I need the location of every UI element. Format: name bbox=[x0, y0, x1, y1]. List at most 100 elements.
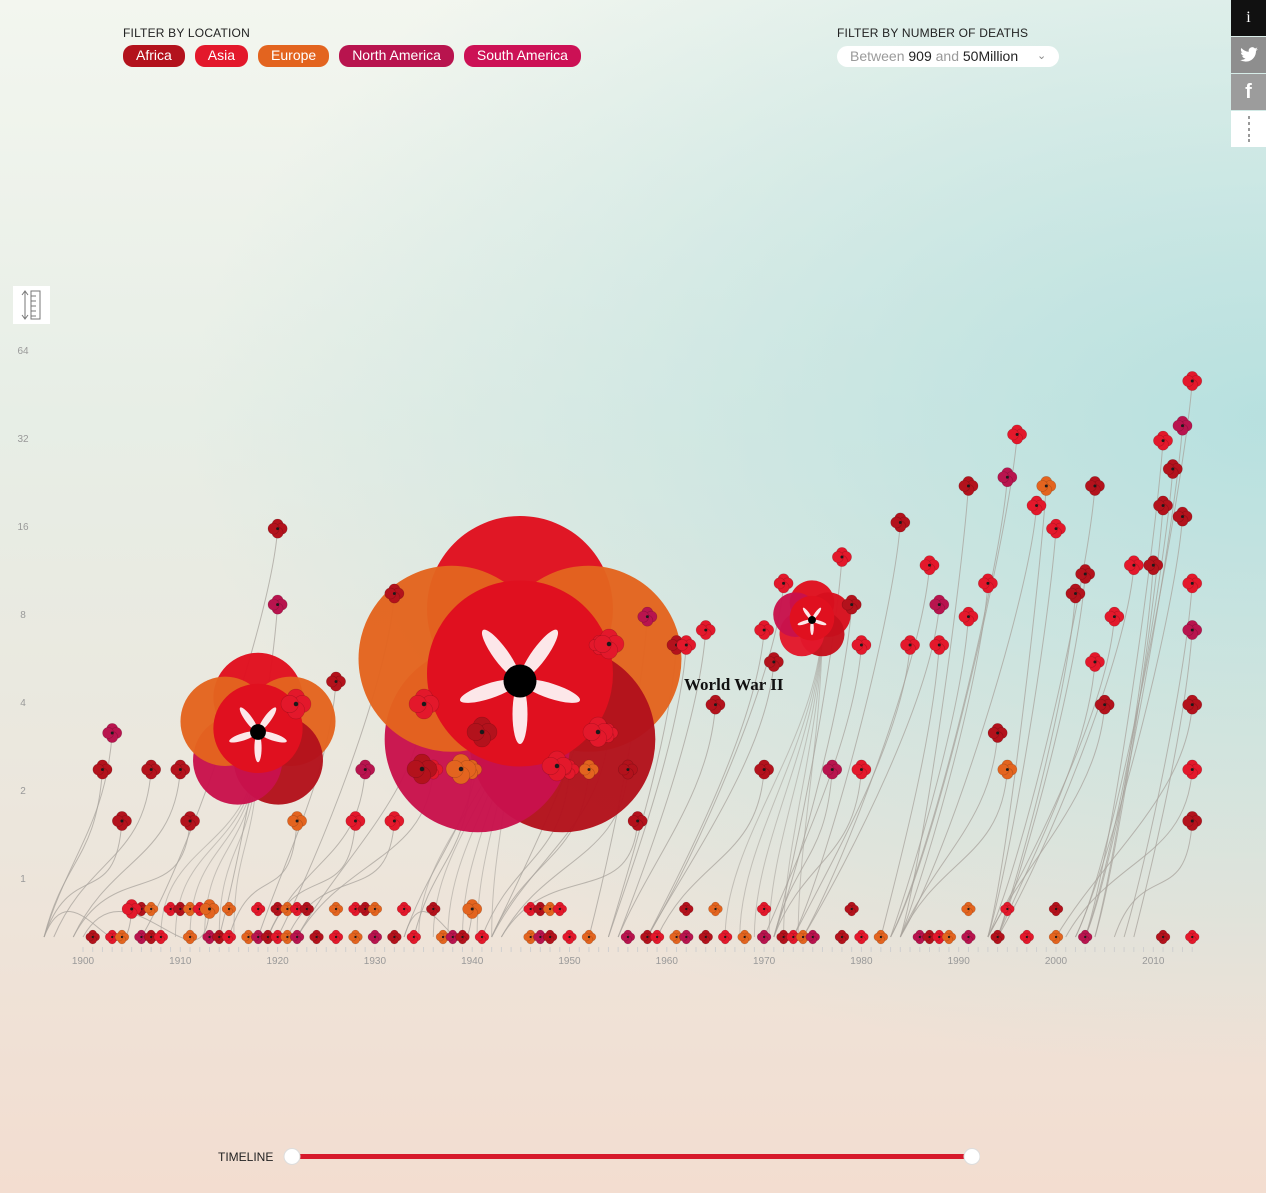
filter-europe[interactable]: Europe bbox=[258, 45, 330, 67]
conflict-poppy[interactable] bbox=[987, 723, 1008, 743]
baseline-poppy[interactable] bbox=[1184, 929, 1200, 945]
filter-north-america[interactable]: North America bbox=[339, 45, 454, 67]
low-poppy[interactable] bbox=[1048, 901, 1064, 917]
conflict-poppy[interactable] bbox=[754, 620, 775, 640]
baseline-poppy[interactable] bbox=[1077, 929, 1093, 945]
filter-asia[interactable]: Asia bbox=[194, 45, 249, 67]
conflict-poppy[interactable] bbox=[705, 694, 726, 715]
twitter-button[interactable] bbox=[1231, 37, 1266, 73]
baseline-poppy[interactable] bbox=[698, 929, 713, 945]
conflict-poppy[interactable] bbox=[1075, 564, 1096, 584]
baseline-poppy[interactable] bbox=[1048, 929, 1064, 945]
baseline-poppy[interactable] bbox=[114, 929, 130, 945]
conflict-poppy[interactable] bbox=[1084, 476, 1105, 496]
conflict-poppy[interactable] bbox=[267, 518, 288, 539]
conflict-poppy[interactable] bbox=[997, 759, 1018, 780]
low-poppy[interactable] bbox=[756, 901, 772, 917]
conflict-poppy[interactable] bbox=[958, 606, 979, 627]
deaths-range-select[interactable]: Between 909 and 50Million ⌄ bbox=[837, 46, 1059, 67]
low-poppy[interactable] bbox=[552, 901, 568, 917]
conflict-poppy[interactable] bbox=[851, 635, 872, 655]
scale-toggle-button[interactable] bbox=[13, 286, 50, 324]
baseline-poppy[interactable] bbox=[387, 929, 402, 945]
baseline-poppy[interactable] bbox=[289, 929, 305, 945]
conflict-poppy[interactable] bbox=[695, 620, 716, 640]
baseline-poppy[interactable] bbox=[834, 929, 850, 945]
baseline-poppy[interactable] bbox=[873, 929, 889, 945]
conflict-poppy[interactable] bbox=[1182, 694, 1203, 715]
low-poppy[interactable] bbox=[961, 901, 976, 917]
conflict-poppy[interactable] bbox=[1182, 811, 1203, 831]
baseline-poppy[interactable] bbox=[328, 929, 344, 945]
conflict-poppy[interactable] bbox=[1007, 424, 1028, 445]
baseline-poppy[interactable] bbox=[367, 929, 383, 945]
timeline-slider[interactable] bbox=[280, 1144, 980, 1170]
conflict-poppy[interactable] bbox=[1046, 518, 1066, 539]
filter-south-america[interactable]: South America bbox=[463, 45, 581, 67]
conflict-poppy[interactable] bbox=[763, 652, 784, 672]
conflict-poppy[interactable] bbox=[958, 476, 979, 496]
conflict-poppy[interactable] bbox=[1123, 555, 1144, 576]
conflict-poppy[interactable] bbox=[1026, 495, 1047, 516]
baseline-poppy[interactable] bbox=[805, 929, 821, 945]
low-poppy[interactable] bbox=[679, 901, 694, 917]
conflict-poppy[interactable] bbox=[1172, 415, 1193, 436]
baseline-poppy[interactable] bbox=[679, 929, 694, 945]
conflict-poppy[interactable] bbox=[287, 811, 307, 831]
conflict-poppy[interactable] bbox=[1036, 476, 1057, 496]
baseline-poppy[interactable] bbox=[542, 929, 558, 945]
conflict-poppy[interactable] bbox=[1104, 606, 1125, 627]
timeline-end-handle[interactable] bbox=[963, 1148, 980, 1165]
conflict-poppy[interactable] bbox=[267, 594, 288, 615]
conflict-poppy[interactable] bbox=[1094, 694, 1115, 715]
conflict-poppy[interactable] bbox=[1162, 459, 1183, 479]
low-poppy[interactable] bbox=[221, 901, 237, 917]
baseline-poppy[interactable] bbox=[941, 929, 957, 945]
conflict-poppy[interactable] bbox=[102, 723, 123, 743]
timeline-start-handle[interactable] bbox=[283, 1148, 301, 1165]
low-poppy[interactable] bbox=[328, 901, 344, 917]
baseline-poppy[interactable] bbox=[649, 929, 665, 945]
baseline-poppy[interactable] bbox=[1019, 929, 1035, 945]
baseline-poppy[interactable] bbox=[455, 929, 470, 945]
conflict-world-war-i[interactable] bbox=[180, 652, 336, 805]
baseline-poppy[interactable] bbox=[854, 929, 869, 945]
conflict-poppy[interactable] bbox=[1182, 759, 1203, 780]
conflict-poppy[interactable] bbox=[773, 573, 794, 594]
low-poppy[interactable] bbox=[396, 901, 412, 917]
baseline-poppy[interactable] bbox=[182, 929, 198, 945]
conflict-poppy[interactable] bbox=[822, 759, 843, 780]
conflict-poppy[interactable] bbox=[1172, 506, 1193, 527]
conflict-poppy[interactable] bbox=[199, 899, 220, 919]
low-poppy[interactable] bbox=[844, 901, 859, 917]
conflict-poppy[interactable] bbox=[832, 547, 852, 567]
conflict-poppy[interactable] bbox=[754, 759, 775, 780]
conflict-poppy[interactable] bbox=[1182, 620, 1203, 640]
low-poppy[interactable] bbox=[143, 901, 159, 917]
conflict-world-war-ii[interactable] bbox=[358, 516, 682, 833]
baseline-poppy[interactable] bbox=[85, 929, 100, 945]
baseline-poppy[interactable] bbox=[990, 929, 1005, 945]
conflict-poppy[interactable] bbox=[1153, 430, 1173, 451]
conflict-poppy[interactable] bbox=[1182, 573, 1203, 594]
baseline-poppy[interactable] bbox=[309, 929, 324, 945]
conflict-poppy[interactable] bbox=[919, 555, 940, 576]
conflict-poppy[interactable] bbox=[890, 512, 911, 533]
baseline-poppy[interactable] bbox=[348, 929, 363, 945]
baseline-poppy[interactable] bbox=[717, 929, 733, 945]
conflict-poppy[interactable] bbox=[977, 573, 998, 594]
conflict-poppy[interactable] bbox=[355, 759, 376, 780]
low-poppy[interactable] bbox=[426, 901, 441, 917]
conflict-poppy[interactable] bbox=[141, 759, 162, 780]
info-button[interactable]: i bbox=[1231, 0, 1266, 36]
conflict-poppy[interactable] bbox=[345, 811, 366, 831]
conflict-poppy[interactable] bbox=[929, 635, 950, 655]
baseline-poppy[interactable] bbox=[961, 929, 976, 945]
conflict-poppy[interactable] bbox=[326, 671, 346, 692]
facebook-button[interactable]: f bbox=[1231, 74, 1266, 110]
baseline-poppy[interactable] bbox=[153, 929, 169, 945]
more-share-button[interactable] bbox=[1231, 111, 1266, 147]
baseline-poppy[interactable] bbox=[620, 929, 636, 945]
baseline-poppy[interactable] bbox=[562, 929, 577, 945]
conflict-poppy[interactable] bbox=[1182, 371, 1203, 391]
